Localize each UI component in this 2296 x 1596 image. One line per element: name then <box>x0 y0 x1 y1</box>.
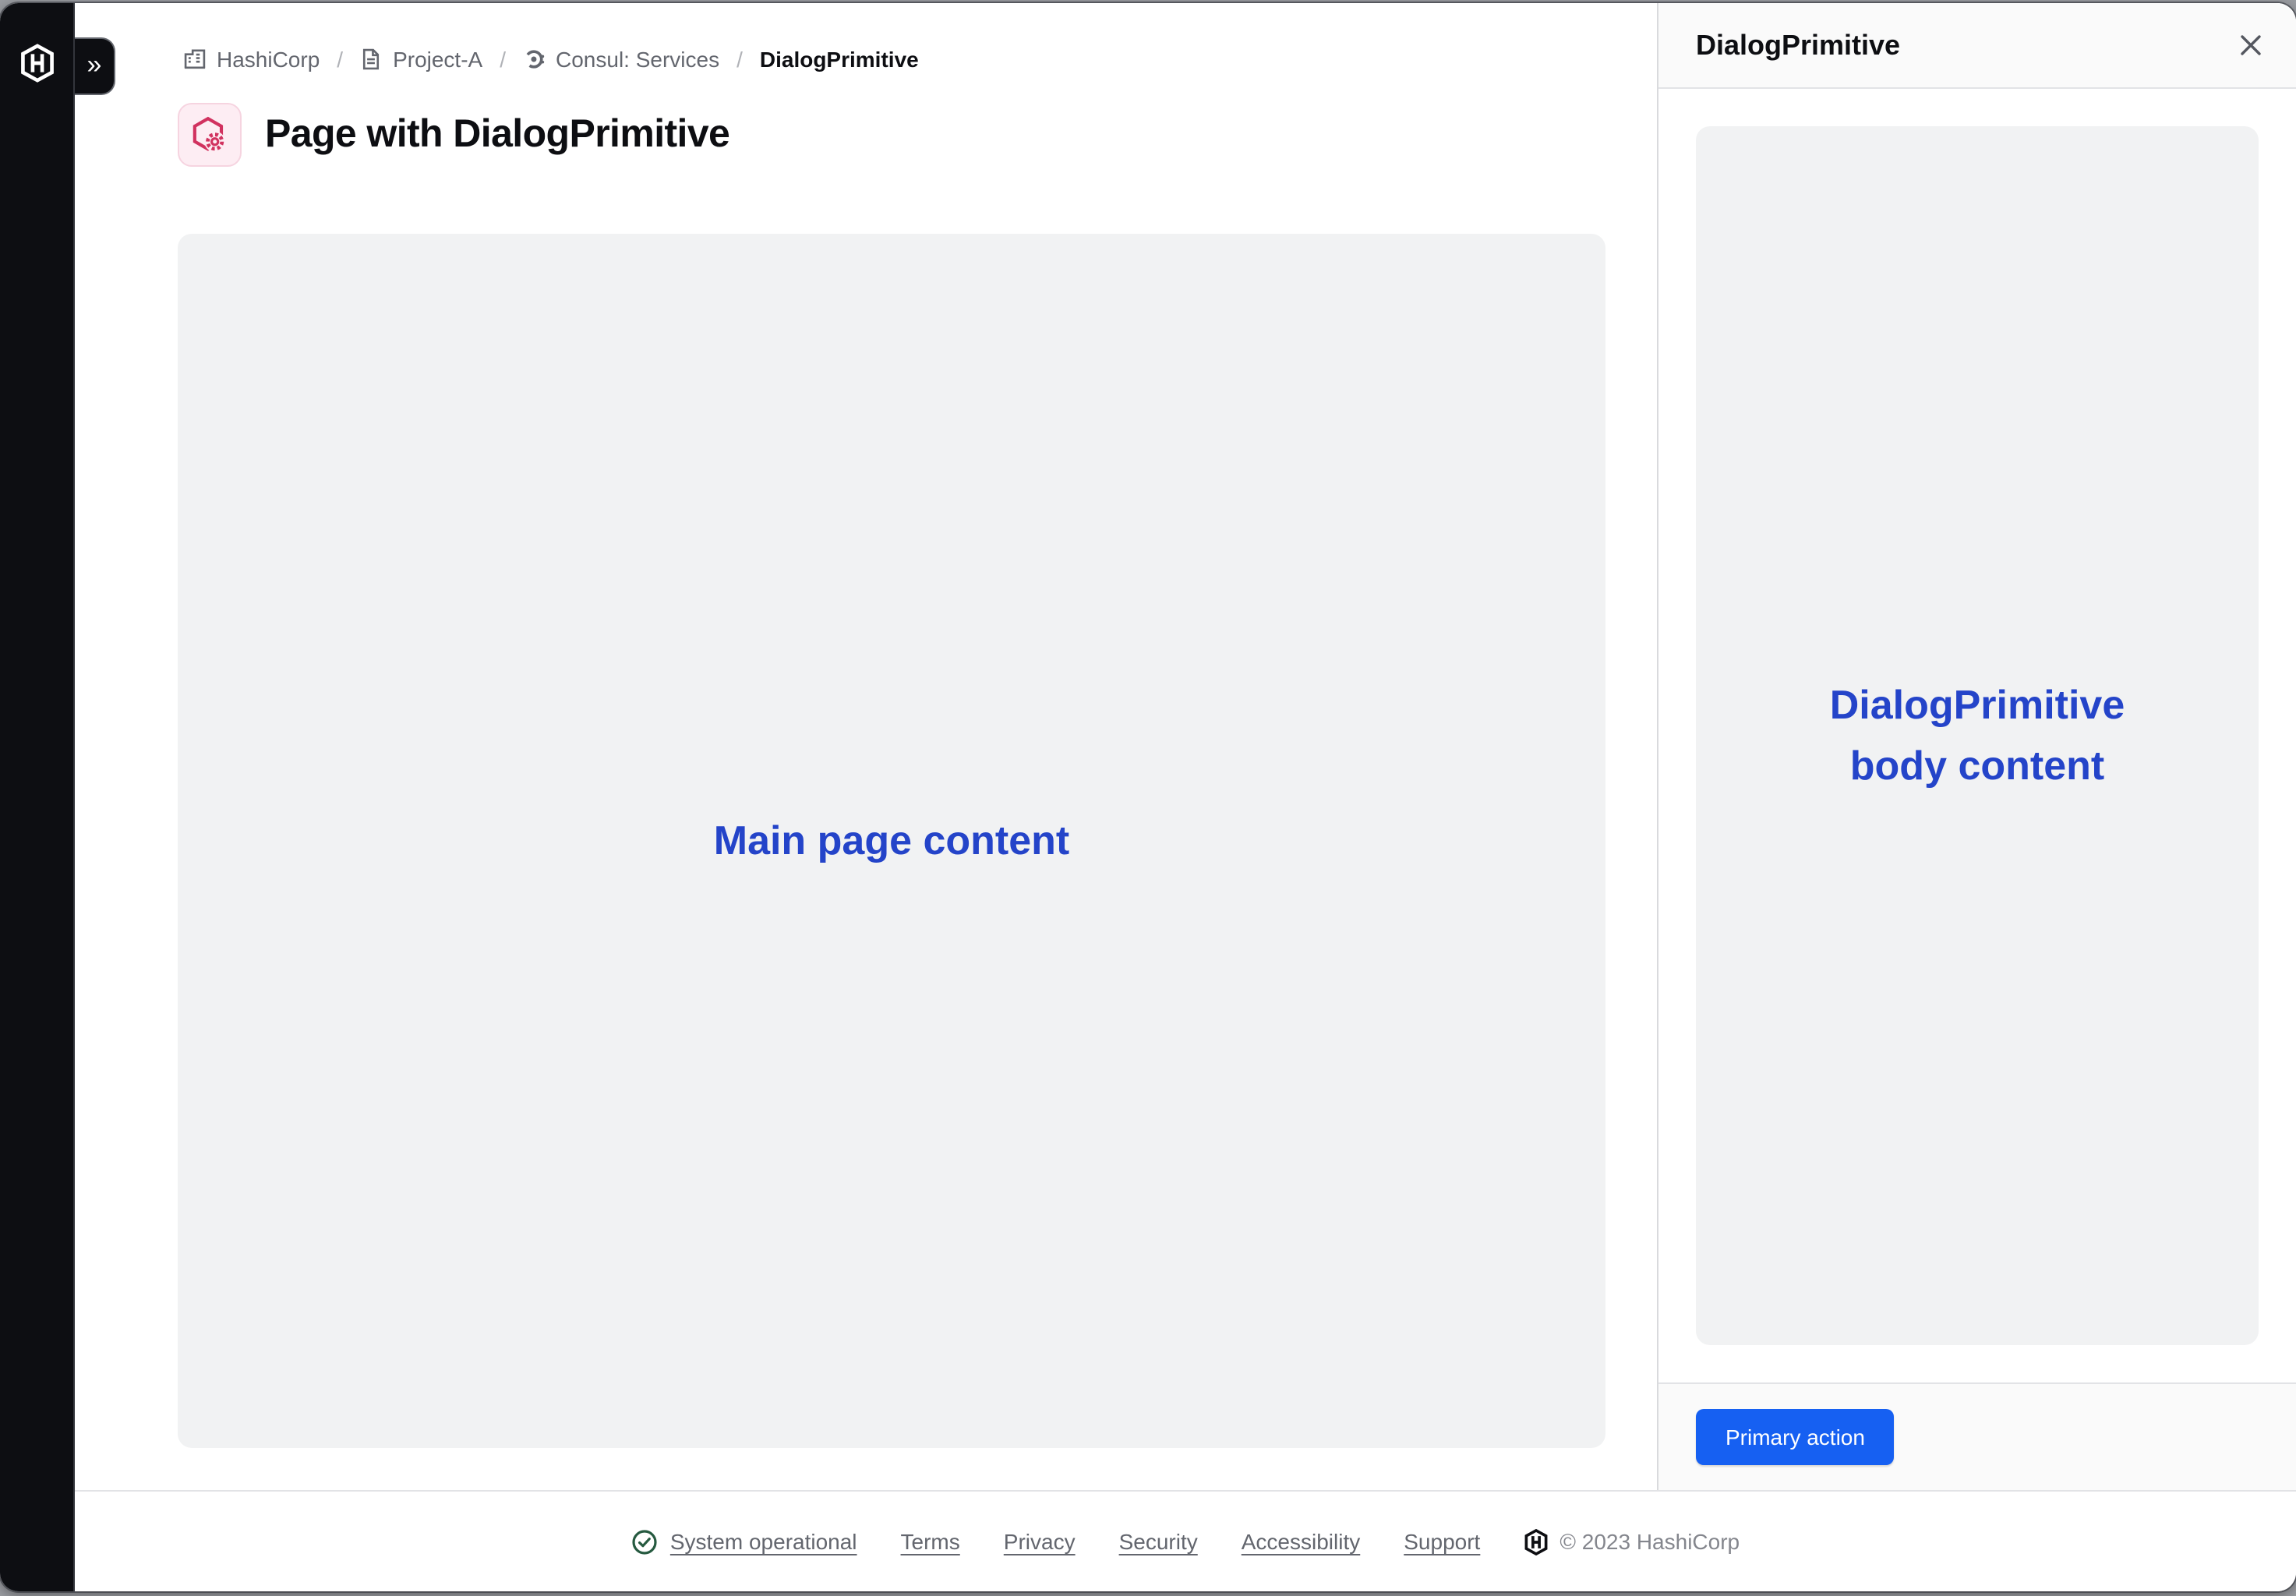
footer-link-security[interactable]: Security <box>1119 1529 1198 1554</box>
breadcrumb-item-current: DialogPrimitive <box>760 47 919 72</box>
dialog-title: DialogPrimitive <box>1696 29 1900 62</box>
breadcrumb-label: Project-A <box>393 47 482 72</box>
dialog-close-button[interactable] <box>2227 22 2274 69</box>
dialog-body: DialogPrimitive body content <box>1658 89 2296 1382</box>
copyright-text: © 2023 HashiCorp <box>1560 1529 1740 1554</box>
breadcrumb-label: DialogPrimitive <box>760 47 919 72</box>
sidebar-expand-button[interactable]: » <box>75 37 115 95</box>
footer-link-privacy[interactable]: Privacy <box>1004 1529 1076 1554</box>
system-status-label: System operational <box>670 1529 857 1554</box>
hashicorp-logo[interactable] <box>0 44 75 83</box>
breadcrumb-separator: / <box>337 47 343 72</box>
footer-link-accessibility[interactable]: Accessibility <box>1242 1529 1361 1554</box>
hashicorp-logo-icon <box>20 44 55 83</box>
consul-gear-hexagon-icon <box>190 115 229 154</box>
page-header: Page with DialogPrimitive <box>178 103 1605 167</box>
check-circle-icon <box>631 1528 658 1555</box>
breadcrumb-separator: / <box>500 47 506 72</box>
hashicorp-logo-icon <box>1524 1528 1547 1555</box>
sidebar <box>0 3 75 1591</box>
file-text-icon <box>360 48 382 70</box>
org-icon <box>184 48 206 70</box>
breadcrumb-item-hashicorp[interactable]: HashiCorp <box>184 47 320 72</box>
system-status-link[interactable]: System operational <box>631 1528 857 1555</box>
x-icon <box>2240 34 2262 56</box>
page-title-badge <box>178 103 242 167</box>
breadcrumb-item-consul-services[interactable]: Consul: Services <box>523 47 719 72</box>
primary-action-button[interactable]: Primary action <box>1696 1409 1895 1465</box>
dialog-header: DialogPrimitive <box>1658 3 2296 89</box>
dialog-primitive-panel: DialogPrimitive DialogPrimitive body con… <box>1657 3 2296 1490</box>
breadcrumb: HashiCorp / Project-A / <box>184 47 1605 72</box>
chevrons-right-icon: » <box>87 50 102 79</box>
page-title: Page with DialogPrimitive <box>265 112 729 157</box>
breadcrumb-label: Consul: Services <box>556 47 719 72</box>
footer-link-terms[interactable]: Terms <box>901 1529 960 1554</box>
dialog-placeholder-text: DialogPrimitive body content <box>1790 675 2164 796</box>
footer-brand: © 2023 HashiCorp <box>1524 1528 1740 1555</box>
footer-link-support[interactable]: Support <box>1404 1529 1480 1554</box>
dialog-footer: Primary action <box>1658 1382 2296 1490</box>
dialog-body-placeholder: DialogPrimitive body content <box>1696 126 2259 1345</box>
breadcrumb-item-project-a[interactable]: Project-A <box>360 47 482 72</box>
main-content-placeholder: Main page content <box>178 234 1605 1448</box>
main-placeholder-text: Main page content <box>714 817 1070 865</box>
screen: » HashiCorp / <box>0 0 2296 1596</box>
app-window: » HashiCorp / <box>0 3 2296 1591</box>
consul-icon <box>523 48 545 70</box>
breadcrumb-separator: / <box>736 47 743 72</box>
main-content: HashiCorp / Project-A / <box>75 3 1657 1490</box>
app-footer: System operational Terms Privacy Securit… <box>75 1490 2296 1591</box>
breadcrumb-label: HashiCorp <box>217 47 320 72</box>
